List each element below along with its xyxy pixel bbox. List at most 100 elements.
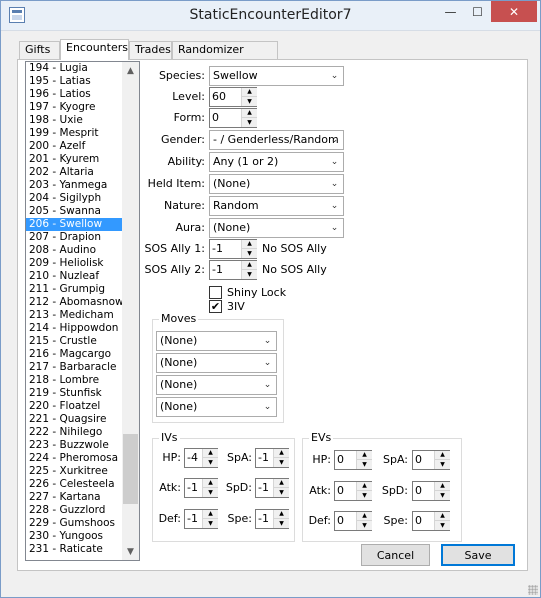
ev-spe-stepper[interactable]: 0 ▲ ▼ [412, 511, 450, 531]
species-combo[interactable]: Swellow ⌄ [209, 66, 344, 86]
scroll-down-icon[interactable]: ▼ [122, 543, 139, 560]
spin-down-icon[interactable]: ▼ [357, 521, 372, 530]
list-item[interactable]: 207 - Drapion [26, 231, 122, 244]
resize-grip-icon[interactable] [528, 585, 538, 595]
list-item[interactable]: 228 - Guzzlord [26, 504, 122, 517]
gender-label: Gender: [160, 133, 205, 146]
tab-randomizer-options[interactable]: Randomizer Options [172, 41, 278, 72]
close-button[interactable]: ✕ [491, 1, 537, 22]
list-item[interactable]: 206 - Swellow [26, 218, 122, 231]
spin-down-icon[interactable]: ▼ [357, 460, 372, 469]
spin-down-icon[interactable]: ▼ [203, 488, 218, 497]
ev-atk-stepper[interactable]: 0 ▲ ▼ [334, 481, 372, 501]
shiny-lock-label: Shiny Lock [227, 285, 287, 299]
list-item[interactable]: 212 - Abomasnow [26, 296, 124, 309]
list-item[interactable]: 231 - Raticate [26, 543, 122, 556]
iv-spe-stepper[interactable]: -1 ▲ ▼ [255, 509, 289, 529]
nature-combo[interactable]: Random ⌄ [209, 196, 344, 216]
cancel-button[interactable]: Cancel [361, 544, 430, 566]
move-3-combo[interactable]: (None) ⌄ [156, 375, 277, 395]
iv-hp-stepper[interactable]: -4 ▲ ▼ [184, 448, 218, 468]
list-item[interactable]: 221 - Quagsire [26, 413, 122, 426]
list-item[interactable]: 198 - Uxie [26, 114, 122, 127]
tab-encounters[interactable]: Encounters [60, 39, 129, 60]
list-item[interactable]: 230 - Yungoos [26, 530, 122, 543]
list-item[interactable]: 204 - Sigilyph [26, 192, 122, 205]
list-item[interactable]: 195 - Latias [26, 75, 122, 88]
spin-down-icon[interactable]: ▼ [274, 488, 289, 497]
gender-combo[interactable]: - / Genderless/Random ⌄ [209, 130, 344, 150]
scroll-up-icon[interactable]: ▲ [122, 62, 139, 79]
list-item[interactable]: 194 - Lugia [26, 62, 122, 75]
shiny-lock-box[interactable] [209, 285, 222, 299]
list-item[interactable]: 200 - Azelf [26, 140, 122, 153]
list-item[interactable]: 211 - Grumpig [26, 283, 122, 296]
move-1-combo[interactable]: (None) ⌄ [156, 331, 277, 351]
list-item[interactable]: 223 - Buzzwole [26, 439, 122, 452]
list-item[interactable]: 197 - Kyogre [26, 101, 122, 114]
spin-down-icon[interactable]: ▼ [357, 491, 372, 500]
encounter-listbox[interactable]: 194 - Lugia 195 - Latias 196 - Latios 197 -… [25, 61, 140, 561]
ev-hp-stepper[interactable]: 0 ▲ ▼ [334, 450, 372, 470]
ev-def-stepper[interactable]: 0 ▲ ▼ [334, 511, 372, 531]
spin-down-icon[interactable]: ▼ [203, 519, 218, 528]
list-item[interactable]: 215 - Crustle [26, 335, 122, 348]
iv-atk-stepper[interactable]: -1 ▲ ▼ [184, 478, 218, 498]
iv-def-stepper[interactable]: -1 ▲ ▼ [184, 509, 218, 529]
iv-spa-stepper[interactable]: -1 ▲ ▼ [255, 448, 289, 468]
list-item[interactable]: 229 - Gumshoos [26, 517, 122, 530]
list-item[interactable]: 202 - Altaria [26, 166, 122, 179]
list-item[interactable]: 208 - Audino [26, 244, 122, 257]
list-item[interactable]: 217 - Barbaracle [26, 361, 122, 374]
spin-down-icon[interactable]: ▼ [274, 519, 289, 528]
spin-down-icon[interactable]: ▼ [435, 521, 450, 530]
move-4-combo[interactable]: (None) ⌄ [156, 397, 277, 417]
list-item[interactable]: 220 - Floatzel [26, 400, 122, 413]
list-item[interactable]: 214 - Hippowdon [26, 322, 122, 335]
spin-down-icon[interactable]: ▼ [203, 458, 218, 467]
spin-down-icon[interactable]: ▼ [274, 458, 289, 467]
aura-combo[interactable]: (None) ⌄ [209, 218, 344, 238]
list-item[interactable]: 210 - Nuzleaf [26, 270, 122, 283]
scroll-thumb[interactable] [123, 434, 138, 504]
list-item[interactable]: 224 - Pheromosa [26, 452, 122, 465]
chevron-down-icon: ⌄ [330, 201, 339, 211]
tab-gifts[interactable]: Gifts [19, 41, 60, 59]
save-button[interactable]: Save [441, 544, 515, 566]
list-item[interactable]: 226 - Celesteela [26, 478, 122, 491]
list-item[interactable]: 199 - Mesprit [26, 127, 122, 140]
check-icon[interactable]: ✔ [209, 299, 222, 313]
three-iv-checkbox[interactable]: ✔ 3IV [209, 298, 245, 314]
list-item[interactable]: 213 - Medicham [26, 309, 122, 322]
list-item[interactable]: 216 - Magcargo [26, 348, 122, 361]
sos-ally-2-stepper[interactable]: -1 ▲ ▼ [209, 260, 257, 280]
list-item[interactable]: 219 - Stunfisk [26, 387, 122, 400]
ev-spa-stepper[interactable]: 0 ▲ ▼ [412, 450, 450, 470]
ability-combo[interactable]: Any (1 or 2) ⌄ [209, 152, 344, 172]
ev-spd-stepper[interactable]: 0 ▲ ▼ [412, 481, 450, 501]
ev-hp-label: HP: [312, 453, 331, 466]
sos-ally-2-value: -1 [212, 263, 223, 276]
iv-spd-stepper[interactable]: -1 ▲ ▼ [255, 478, 289, 498]
spin-down-icon[interactable]: ▼ [435, 491, 450, 500]
spin-down-icon[interactable]: ▼ [435, 460, 450, 469]
tab-trades[interactable]: Trades [129, 41, 172, 59]
list-item[interactable]: 201 - Kyurem [26, 153, 122, 166]
list-item[interactable]: 203 - Yanmega [26, 179, 122, 192]
list-item[interactable]: 225 - Xurkitree [26, 465, 122, 478]
held-item-combo[interactable]: (None) ⌄ [209, 174, 344, 194]
list-item[interactable]: 222 - Nihilego [26, 426, 122, 439]
list-item[interactable]: 196 - Latios [26, 88, 122, 101]
spin-down-icon[interactable]: ▼ [242, 270, 257, 279]
list-scrollbar[interactable]: ▲ ▼ [122, 62, 139, 560]
maximize-button[interactable]: ☐ [464, 1, 491, 22]
list-item[interactable]: 227 - Kartana [26, 491, 122, 504]
list-item[interactable]: 209 - Heliolisk [26, 257, 122, 270]
form-stepper[interactable]: 0 ▲ ▼ [209, 108, 257, 128]
minimize-button[interactable]: — [437, 1, 464, 22]
iv-spe-value: -1 [258, 512, 269, 525]
move-2-combo[interactable]: (None) ⌄ [156, 353, 277, 373]
list-item[interactable]: 205 - Swanna [26, 205, 122, 218]
spin-down-icon[interactable]: ▼ [242, 118, 257, 127]
list-item[interactable]: 218 - Lombre [26, 374, 122, 387]
